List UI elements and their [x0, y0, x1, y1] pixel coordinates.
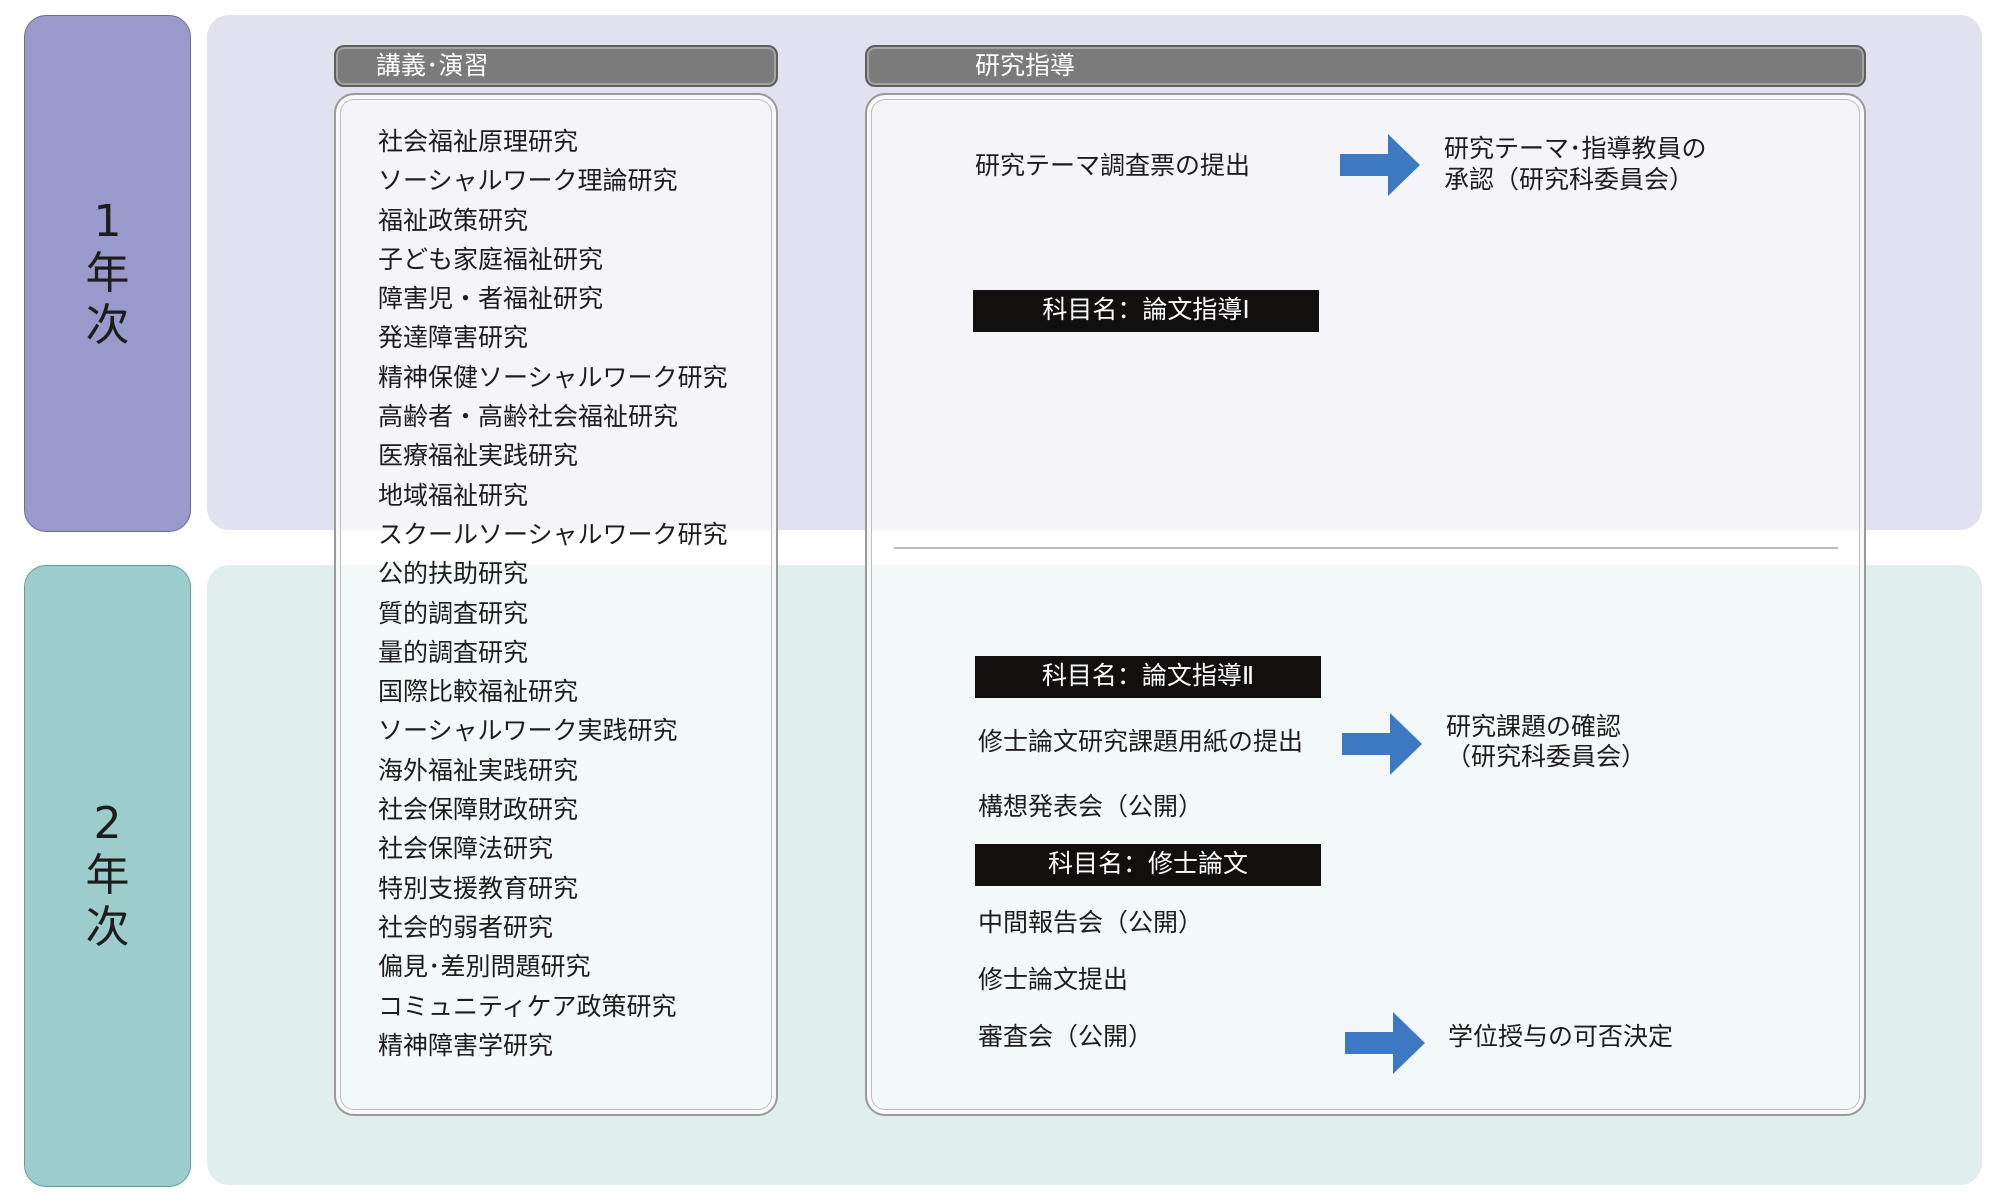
course-item: 医療福祉実践研究	[378, 441, 579, 471]
y2-result-degree-decision: 学位授与の可否決定	[1448, 1022, 1674, 1051]
course-item: スクールソーシャルワーク研究	[378, 519, 728, 549]
y1-step-theme-submission: 研究テーマ調査票の提出	[975, 151, 1251, 180]
y1-subject-box: 科目名：論文指導Ⅰ	[973, 290, 1319, 332]
course-item: 福祉政策研究	[378, 205, 529, 235]
research-header: 研究指導	[865, 45, 1866, 87]
course-item: 偏見･差別問題研究	[378, 952, 591, 982]
course-item: コミュニティケア政策研究	[378, 991, 677, 1021]
course-item: 子ども家庭福祉研究	[378, 244, 604, 274]
course-item: 特別支援教育研究	[378, 873, 579, 903]
course-item: 精神障害学研究	[378, 1030, 554, 1060]
y2-step-thesis-submission: 修士論文提出	[978, 965, 1129, 994]
y2-step-review: 審査会（公開）	[978, 1022, 1154, 1051]
course-item: 地域福祉研究	[378, 480, 529, 510]
year1-label-box: 1年次	[24, 15, 191, 532]
arrow-right-icon	[1340, 134, 1420, 196]
y2-subject2-box: 科目名：修士論文	[975, 844, 1321, 886]
year1-label: 1年次	[85, 195, 130, 351]
course-item: 障害児・者福祉研究	[378, 284, 604, 314]
year2-label: 2年次	[85, 798, 130, 953]
research-panel	[865, 93, 1866, 1116]
course-item: 精神保健ソーシャルワーク研究	[378, 362, 728, 392]
course-item: 国際比較福祉研究	[378, 677, 579, 707]
arrow-right-icon	[1345, 1012, 1425, 1074]
course-item: 高齢者・高齢社会福祉研究	[378, 402, 679, 432]
lectures-header: 講義･演習	[334, 45, 778, 87]
y2-step-concept-presentation: 構想発表会（公開）	[978, 792, 1204, 821]
course-item: 社会的弱者研究	[378, 912, 554, 942]
course-item: ソーシャルワーク理論研究	[378, 166, 678, 196]
y1-result-line1: 研究テーマ･指導教員の	[1444, 134, 1707, 163]
y1-result-line2: 承認（研究科委員会）	[1444, 165, 1695, 194]
course-item: 社会保障財政研究	[378, 795, 579, 825]
course-item: 海外福祉実践研究	[378, 755, 579, 785]
y2-result1-line1: 研究課題の確認	[1446, 712, 1622, 741]
course-list: 社会福祉原理研究 ソーシャルワーク理論研究 福祉政策研究 子ども家庭福祉研究 障…	[378, 122, 728, 1065]
year2-label-box: 2年次	[24, 565, 191, 1187]
course-item: 発達障害研究	[378, 323, 529, 353]
y2-subject1-box: 科目名：論文指導Ⅱ	[975, 656, 1321, 698]
course-item: 質的調査研究	[378, 598, 529, 628]
course-item: 公的扶助研究	[378, 559, 529, 589]
year-divider	[894, 547, 1838, 549]
course-item: 量的調査研究	[378, 637, 529, 667]
y2-result1-line2: （研究科委員会）	[1446, 742, 1647, 771]
course-item: ソーシャルワーク実践研究	[378, 716, 678, 746]
y2-step-topic-submission: 修士論文研究課題用紙の提出	[978, 727, 1304, 756]
arrow-right-icon	[1342, 713, 1422, 775]
course-item: 社会福祉原理研究	[378, 127, 579, 156]
y2-step-interim-report: 中間報告会（公開）	[978, 908, 1204, 937]
course-item: 社会保障法研究	[378, 834, 554, 864]
